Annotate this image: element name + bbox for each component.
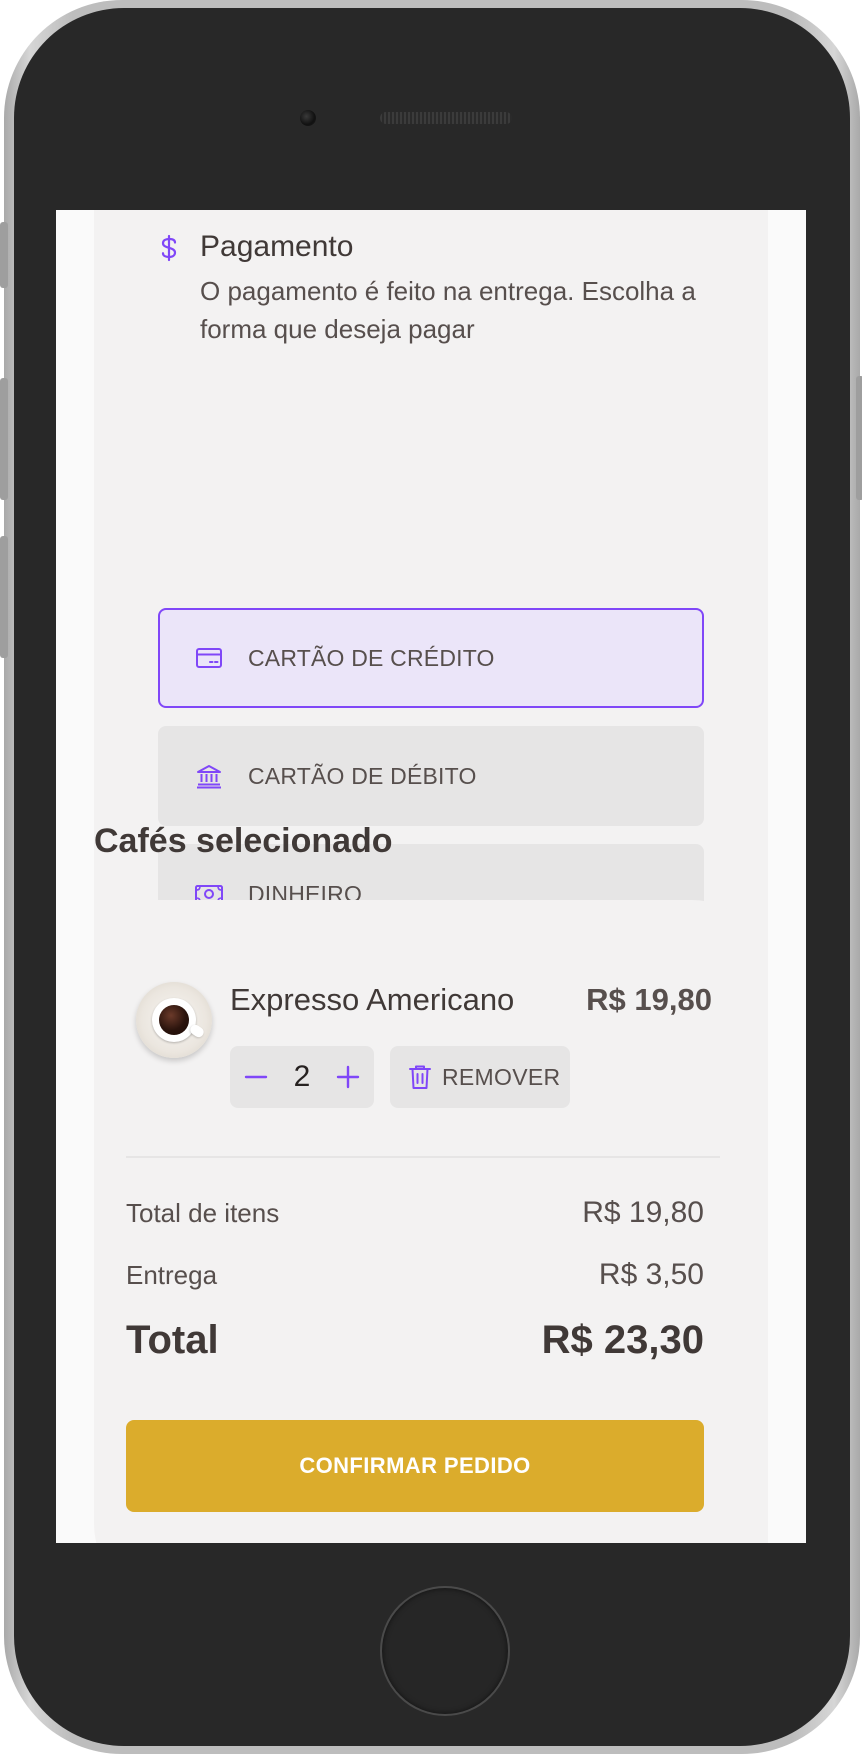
coffee-liquid (159, 1005, 189, 1035)
delivery-label: Entrega (126, 1260, 218, 1290)
summary-items-row: Total de itens R$ 19,80 (126, 1196, 704, 1230)
confirm-order-label: CONFIRMAR PEDIDO (299, 1453, 531, 1478)
app-screen: Pagamento O pagamento é feito na entrega… (56, 210, 806, 1543)
cart-item-name: Expresso Americano (230, 982, 515, 1017)
summary-total-row: Total R$ 23,30 (126, 1318, 704, 1363)
coffee-cup (152, 998, 196, 1042)
minus-icon[interactable] (242, 1063, 270, 1091)
payment-option-debit[interactable]: CARTÃO DE DÉBITO (158, 726, 704, 826)
quantity-value: 2 (293, 1060, 311, 1093)
payment-option-label: CARTÃO DE DÉBITO (248, 762, 477, 789)
total-value: R$ 23,30 (541, 1318, 704, 1362)
dollar-icon (161, 234, 177, 262)
payment-option-label: CARTÃO DE CRÉDITO (248, 644, 495, 671)
payment-option-credit[interactable]: CARTÃO DE CRÉDITO (158, 608, 704, 708)
coffee-image (136, 982, 212, 1058)
items-total-value: R$ 19,80 (582, 1196, 704, 1229)
bank-icon (197, 765, 221, 789)
volume-up-button (0, 378, 8, 500)
divider (126, 1156, 720, 1158)
coffee-cup-handle (188, 1022, 206, 1040)
volume-down-button (0, 536, 8, 658)
total-label: Total (126, 1318, 219, 1362)
trash-icon (409, 1065, 431, 1089)
cart-card: Expresso Americano R$ 19,80 2 REMOVER To… (94, 900, 768, 1543)
payment-card: Pagamento O pagamento é feito na entrega… (94, 210, 768, 1010)
items-total-label: Total de itens (126, 1198, 280, 1228)
home-button[interactable] (380, 1586, 510, 1716)
earpiece-speaker (380, 112, 512, 124)
remove-label: REMOVER (442, 1063, 561, 1090)
front-camera (300, 110, 316, 126)
quantity-stepper: 2 (230, 1046, 374, 1108)
mute-switch (0, 222, 8, 288)
summary-delivery-row: Entrega R$ 3,50 (126, 1258, 704, 1292)
cart-item-price: R$ 19,80 (586, 982, 712, 1017)
plus-icon[interactable] (334, 1063, 362, 1091)
payment-title: Pagamento (200, 230, 354, 263)
power-button (856, 376, 862, 500)
section-title: Cafés selecionado (94, 822, 393, 860)
confirm-order-button[interactable]: CONFIRMAR PEDIDO (126, 1420, 704, 1512)
payment-subtitle: O pagamento é feito na entrega. Escolha … (200, 276, 696, 344)
credit-card-icon (196, 648, 222, 668)
delivery-value: R$ 3,50 (598, 1258, 704, 1291)
remove-button[interactable]: REMOVER (390, 1046, 570, 1108)
